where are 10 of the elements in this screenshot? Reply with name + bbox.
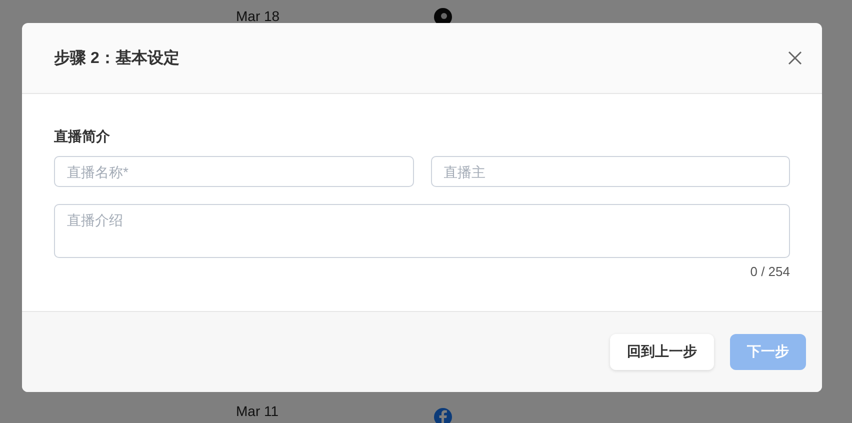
- section-title: 直播简介: [54, 128, 111, 146]
- close-icon[interactable]: [788, 51, 802, 65]
- date-label: Mar 11: [236, 403, 279, 419]
- date-label: Mar 18: [236, 8, 280, 24]
- input-field[interactable]: 直播名称*: [54, 156, 414, 187]
- character-counter: 0 / 254: [750, 264, 790, 279]
- back-button[interactable]: 回到上一步: [610, 334, 714, 370]
- input-field[interactable]: 直播主: [430, 156, 790, 187]
- dialog-title: 步骤 2：基本设定: [54, 48, 180, 68]
- description-field[interactable]: 直播介绍: [54, 204, 790, 258]
